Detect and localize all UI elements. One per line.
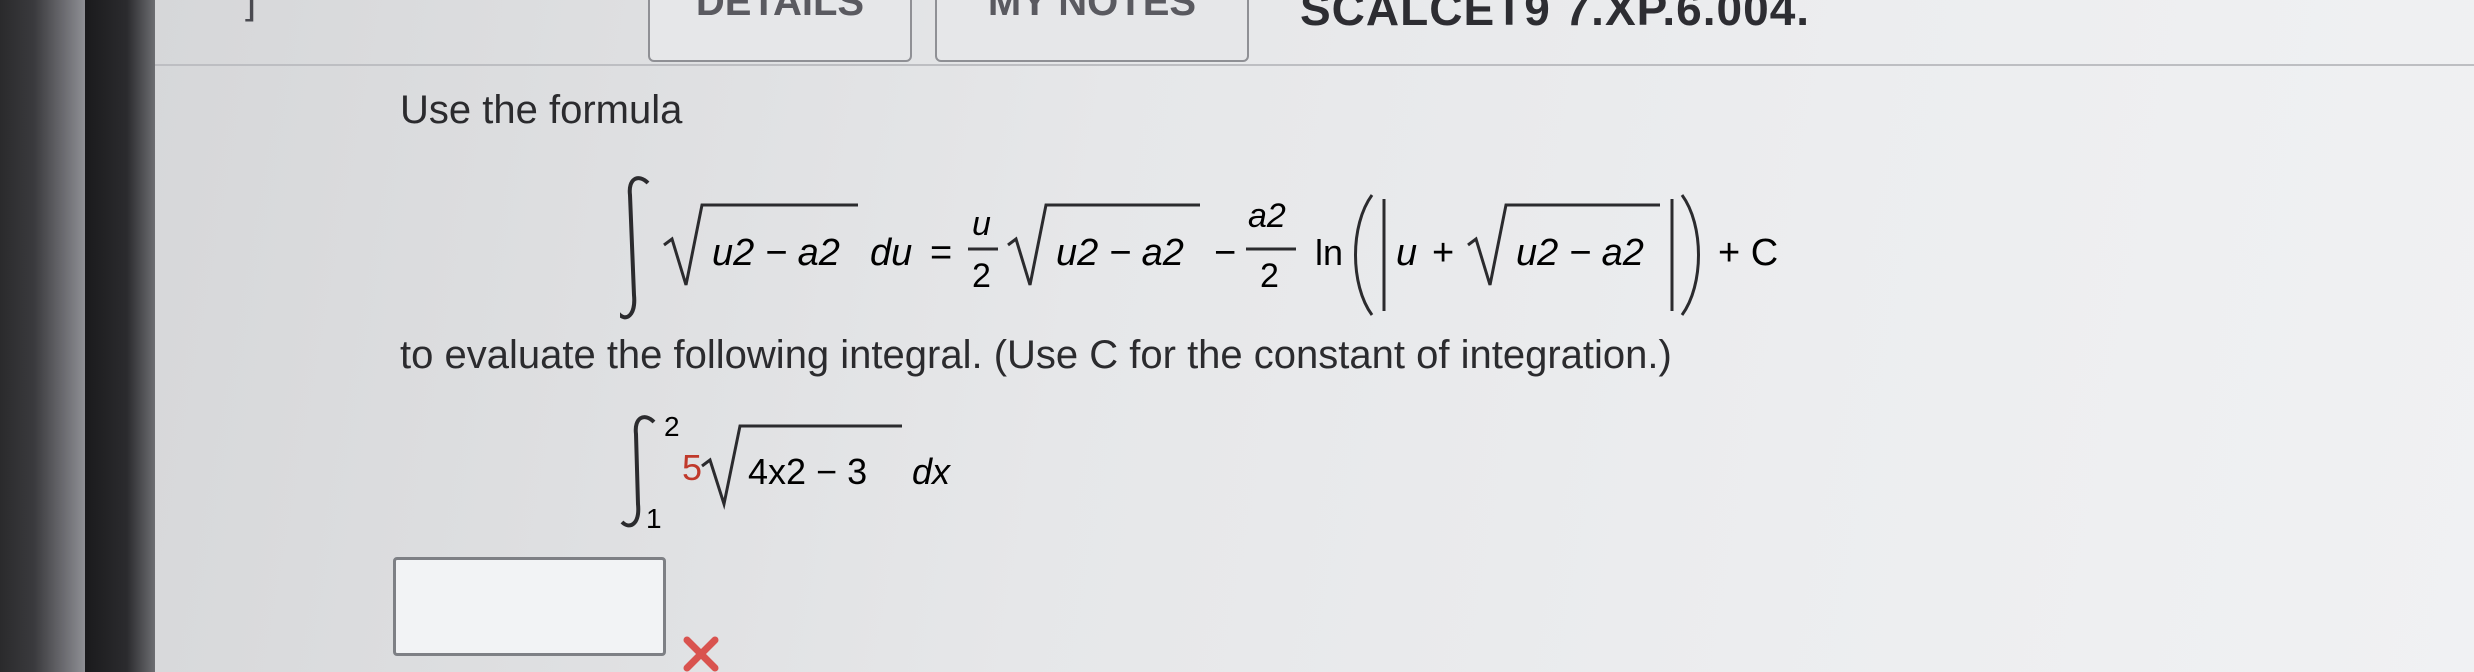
radicand-integral: 4x2 − 3 bbox=[748, 451, 867, 492]
minus-sign: − bbox=[1214, 232, 1236, 274]
right-paren bbox=[1680, 194, 1700, 316]
du-text: du bbox=[870, 232, 912, 274]
monitor-bezel-frame bbox=[85, 0, 155, 672]
radicand-2: u2 − a2 bbox=[1056, 232, 1184, 274]
frac1-denominator: 2 bbox=[972, 257, 991, 295]
upper-limit: 2 bbox=[664, 411, 680, 442]
answer-input[interactable] bbox=[393, 557, 666, 656]
ln-text: ln bbox=[1315, 232, 1343, 273]
formula-display: u2 − a2 du = u 2 u2 − a2 − a2 2 ln u + u… bbox=[620, 176, 1778, 320]
svg-text:+: + bbox=[1432, 232, 1454, 274]
frac2-denominator: 2 bbox=[1260, 257, 1279, 295]
coefficient: 5 bbox=[682, 447, 702, 488]
radicand-3: u2 − a2 bbox=[1516, 232, 1644, 274]
integral-display: 2 1 5 4x2 − 3 dx bbox=[620, 411, 952, 534]
frac1-numerator: u bbox=[972, 205, 991, 243]
prompt-instruction: to evaluate the following integral. (Use… bbox=[400, 333, 1672, 377]
x-mark-icon bbox=[683, 636, 719, 672]
plus-c: + C bbox=[1718, 232, 1778, 274]
radicand-1: u2 − a2 bbox=[712, 232, 840, 274]
problem-code: SCALCET9 7.XP.6.004. bbox=[1300, 0, 1811, 35]
left-paren bbox=[1354, 194, 1374, 316]
integral-sign bbox=[620, 176, 650, 320]
svg-text:u: u bbox=[1396, 232, 1417, 274]
prompt-intro: Use the formula bbox=[400, 88, 683, 132]
monitor-bezel-left bbox=[0, 0, 85, 672]
my-notes-tab[interactable]: MY NOTES bbox=[935, 0, 1249, 62]
header-left-text: ] bbox=[245, 0, 258, 22]
dx-text: dx bbox=[912, 451, 952, 492]
lower-limit: 1 bbox=[646, 503, 662, 534]
equals-sign: = bbox=[930, 232, 952, 274]
frac2-numerator: a2 bbox=[1248, 197, 1286, 235]
details-tab[interactable]: DETAILS bbox=[648, 0, 912, 62]
